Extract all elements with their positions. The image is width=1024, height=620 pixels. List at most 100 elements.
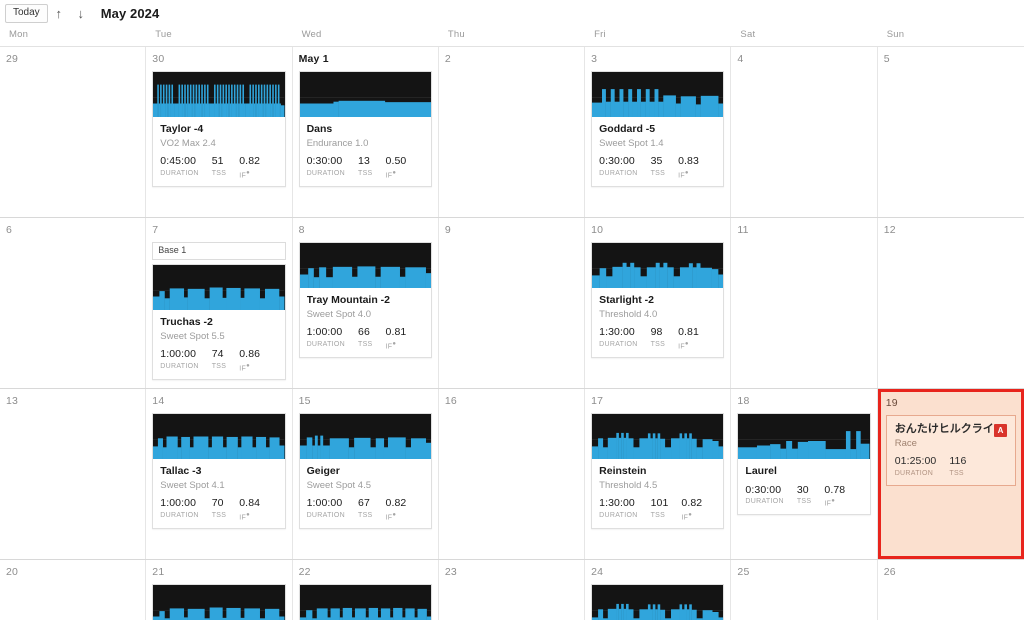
workout-profile-graph [592,72,723,117]
calendar-day-cell[interactable]: 2 [439,47,585,217]
calendar-day-cell[interactable]: 24 [585,560,731,620]
workout-profile-graph [153,414,284,459]
calendar-day-cell[interactable]: 4 [731,47,877,217]
calendar-day-cell[interactable]: 18Laurel 0:30:00 DURATION 30 TSS 0.78 IF… [731,389,877,559]
workout-card[interactable] [591,584,724,620]
calendar-day-cell[interactable]: 25 [731,560,877,620]
calendar-day-cell[interactable]: 16 [439,389,585,559]
calendar-day-cell[interactable]: 22 [293,560,439,620]
weekday-header: MonTueWedThuFriSatSun [0,26,1024,47]
workout-card[interactable]: GeigerSweet Spot 4.5 1:00:00 DURATION 67… [299,413,432,529]
workout-card-body: Tallac -3Sweet Spot 4.1 1:00:00 DURATION… [153,459,284,528]
if-value: 0.82 [681,498,702,510]
workout-card-body: DansEndurance 1.0 0:30:00 DURATION 13 TS… [300,117,431,186]
training-period-label[interactable]: Base 1 [152,242,285,260]
calendar-day-cell[interactable]: 30 Taylor -4VO2 Max 2.4 0:45:00 DURATION … [146,47,292,217]
workout-stats: 0:30:00 DURATION 30 TSS 0.78 IF● [745,485,862,508]
tss-value: 35 [651,156,666,168]
stat-tss: 101 TSS [651,498,669,521]
weekday-label-tue: Tue [146,26,292,46]
workout-card[interactable]: ReinsteinThreshold 4.5 1:30:00 DURATION … [591,413,724,529]
duration-label: DURATION [160,512,198,519]
stat-if: 0.86 IF● [239,349,260,372]
workout-card[interactable]: Tray Mountain -2Sweet Spot 4.0 1:00:00 D… [299,242,432,358]
workout-card[interactable] [152,584,285,620]
tss-label: TSS [651,512,669,519]
workout-card[interactable]: Laurel 0:30:00 DURATION 30 TSS 0.78 IF● [737,413,870,515]
calendar-day-cell[interactable]: 14Tallac -3Sweet Spot 4.1 1:00:00 DURATI… [146,389,292,559]
tss-value: 101 [651,498,669,510]
calendar-day-cell[interactable]: 29 [0,47,146,217]
calendar-day-cell[interactable]: 5 [878,47,1024,217]
workout-profile-graph [300,72,431,117]
calendar-toolbar: Today ↑ ↓ May 2024 [0,0,1024,26]
day-number: 30 [152,53,285,66]
stat-duration: 0:30:00 DURATION [307,156,345,179]
calendar-day-cell[interactable]: 15GeigerSweet Spot 4.5 1:00:00 DURATION … [293,389,439,559]
weekday-label-sat: Sat [731,26,877,46]
calendar-day-cell[interactable]: 12 [878,218,1024,388]
workout-card[interactable]: DansEndurance 1.0 0:30:00 DURATION 13 TS… [299,71,432,187]
stat-tss: 67 TSS [358,498,373,521]
if-value: 0.84 [239,498,260,510]
calendar-day-cell[interactable]: May 1DansEndurance 1.0 0:30:00 DURATION … [293,47,439,217]
calendar-day-cell[interactable]: 6 [0,218,146,388]
workout-card[interactable]: Truchas -2Sweet Spot 5.5 1:00:00 DURATIO… [152,264,285,380]
calendar-day-cell-race[interactable]: 19 おんたけヒルクライム A Race 01:25:00 DURATION 1… [878,389,1024,559]
duration-value: 1:00:00 [160,349,198,361]
calendar-day-cell[interactable]: 20 [0,560,146,620]
workout-card-body: Goddard -5Sweet Spot 1.4 0:30:00 DURATIO… [592,117,723,186]
stat-if: 0.82 IF● [386,498,407,521]
calendar-day-cell[interactable]: 23 [439,560,585,620]
tss-label: TSS [212,170,227,177]
workout-profile-graph [300,243,431,288]
workout-card[interactable]: Tallac -3Sweet Spot 4.1 1:00:00 DURATION… [152,413,285,529]
calendar-day-cell[interactable]: 26 [878,560,1024,620]
workout-card[interactable]: Taylor -4VO2 Max 2.4 0:45:00 DURATION 51… [152,71,285,187]
next-week-icon[interactable]: ↓ [70,7,92,20]
if-value: 0.78 [824,485,845,497]
if-value: 0.83 [678,156,699,168]
calendar-day-cell[interactable]: 21 [146,560,292,620]
stat-if: 0.83 IF● [678,156,699,179]
workout-stats: 0:45:00 DURATION 51 TSS 0.82 IF● [160,156,277,179]
calendar-day-cell[interactable]: 3Goddard -5Sweet Spot 1.4 0:30:00 DURATI… [585,47,731,217]
calendar-day-cell[interactable]: 7Base 1Truchas -2Sweet Spot 5.5 1:00:00 … [146,218,292,388]
workout-stats: 1:00:00 DURATION 67 TSS 0.82 IF● [307,498,424,521]
day-number: 2 [445,53,578,66]
race-priority-badge: A [994,424,1007,437]
duration-value: 0:30:00 [599,156,637,168]
day-number: 13 [6,395,139,408]
workout-card[interactable]: Starlight -2Threshold 4.0 1:30:00 DURATI… [591,242,724,358]
duration-value: 1:00:00 [307,327,345,339]
calendar-day-cell[interactable]: 10Starlight -2Threshold 4.0 1:30:00 DURA… [585,218,731,388]
workout-card[interactable] [299,584,432,620]
if-label: IF● [386,170,407,179]
previous-week-icon[interactable]: ↑ [48,7,70,20]
calendar-week-row: 13 14Tallac -3Sweet Spot 4.1 1:00:00 DURA… [0,389,1024,560]
stat-tss: 30 TSS [797,485,812,508]
workout-profile-graph [592,414,723,459]
workout-card-body: Truchas -2Sweet Spot 5.5 1:00:00 DURATIO… [153,310,284,379]
day-number: 8 [299,224,432,237]
today-button[interactable]: Today [5,4,48,23]
stat-tss: 35 TSS [651,156,666,179]
calendar-day-cell[interactable]: 8 Tray Mountain -2Sweet Spot 4.0 1:00:00 … [293,218,439,388]
workout-stats: 1:30:00 DURATION 98 TSS 0.81 IF● [599,327,716,350]
calendar-week-row: 29 30 Taylor -4VO2 Max 2.4 0:45:00 DURATIO… [0,47,1024,218]
race-event-card[interactable]: おんたけヒルクライム A Race 01:25:00 DURATION 116 … [886,415,1016,486]
race-title: おんたけヒルクライム [895,423,994,437]
stat-duration: 1:00:00 DURATION [160,498,198,521]
calendar-day-cell[interactable]: 13 [0,389,146,559]
calendar-day-cell[interactable]: 11 [731,218,877,388]
day-number: 25 [737,566,870,579]
calendar-day-cell[interactable]: 9 [439,218,585,388]
duration-label: DURATION [895,470,937,477]
day-number: 20 [6,566,139,579]
tss-label: TSS [358,341,373,348]
stat-tss: 74 TSS [212,349,227,372]
stat-if: 0.78 IF● [824,485,845,508]
calendar-day-cell[interactable]: 17ReinsteinThreshold 4.5 1:30:00 DURATIO… [585,389,731,559]
tss-value: 67 [358,498,373,510]
workout-card[interactable]: Goddard -5Sweet Spot 1.4 0:30:00 DURATIO… [591,71,724,187]
